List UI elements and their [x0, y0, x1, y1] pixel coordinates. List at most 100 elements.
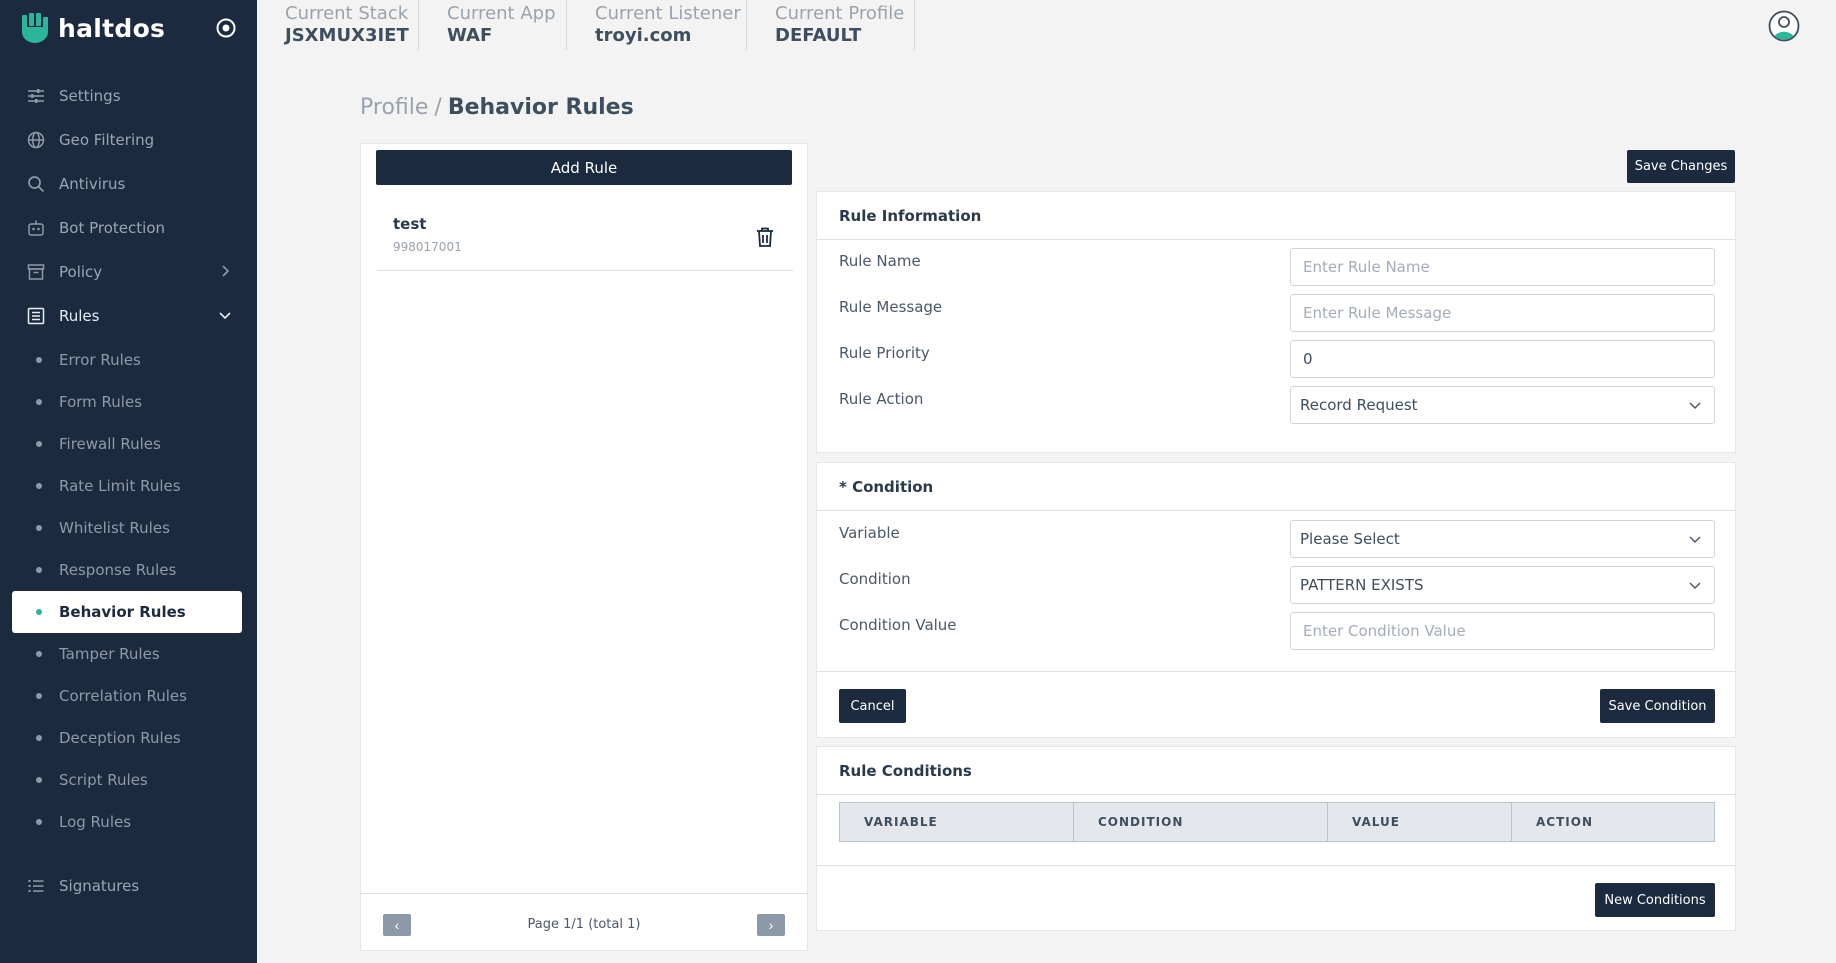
sidebar-subitem-label: Error Rules — [59, 351, 141, 369]
sidebar-subitem-label: Response Rules — [59, 561, 177, 579]
current-app[interactable]: Current App WAF — [419, 0, 567, 50]
globe-icon — [27, 131, 45, 149]
sidebar-item-settings[interactable]: Settings — [12, 75, 242, 117]
current-stack-label: Current Stack — [285, 3, 409, 24]
sidebar-subitem-label: Firewall Rules — [59, 435, 161, 453]
rule-information-title: Rule Information — [817, 192, 1735, 240]
condition-value-input[interactable] — [1290, 612, 1715, 650]
sidebar-item-policy[interactable]: Policy — [12, 251, 242, 293]
sidebar-subitem-deception-rules[interactable]: Deception Rules — [12, 717, 242, 759]
bullet-dot-icon — [36, 819, 42, 825]
new-conditions-button[interactable]: New Conditions — [1595, 883, 1715, 917]
sidebar-item-rules[interactable]: Rules — [12, 295, 242, 337]
rule-message-input[interactable] — [1290, 294, 1715, 332]
rule-conditions-title: Rule Conditions — [817, 747, 1735, 795]
sidebar-subitem-log-rules[interactable]: Log Rules — [12, 801, 242, 843]
rule-message-label: Rule Message — [839, 298, 943, 316]
sidebar-subitem-whitelist-rules[interactable]: Whitelist Rules — [12, 507, 242, 549]
sidebar-subitem-rate-limit-rules[interactable]: Rate Limit Rules — [12, 465, 242, 507]
sidebar-item-label: Antivirus — [59, 175, 126, 193]
rule-priority-input[interactable] — [1290, 340, 1715, 378]
breadcrumb-separator: / — [434, 95, 442, 120]
chevron-down-icon — [1689, 536, 1701, 544]
bullet-dot-icon — [36, 609, 42, 615]
rule-information-card: Rule Information Rule Name Rule Message … — [816, 191, 1736, 453]
sidebar-subitem-label: Whitelist Rules — [59, 519, 170, 537]
sidebar-toggle-icon[interactable] — [214, 16, 238, 40]
sidebar-subitem-label: Deception Rules — [59, 729, 181, 747]
sidebar-subitem-label: Log Rules — [59, 813, 132, 831]
haltdos-logo-icon — [22, 13, 48, 43]
condition-label: Condition — [839, 570, 911, 588]
sidebar-item-label: Rules — [59, 307, 100, 325]
sidebar-item-label: Signatures — [59, 877, 140, 895]
sidebar-subitem-label: Rate Limit Rules — [59, 477, 181, 495]
sidebar-subitem-error-rules[interactable]: Error Rules — [12, 339, 242, 381]
logo[interactable]: haltdos — [20, 10, 240, 46]
rule-name-input[interactable] — [1290, 248, 1715, 286]
rule-action-select[interactable]: Record Request — [1290, 386, 1715, 424]
sidebar-item-antivirus[interactable]: Antivirus — [12, 163, 242, 205]
next-page-button[interactable]: › — [757, 914, 785, 936]
bullet-dot-icon — [36, 651, 42, 657]
pagination: ‹ Page 1/1 (total 1) › — [361, 893, 807, 950]
current-listener-label: Current Listener — [595, 3, 741, 24]
sidebar-subitem-correlation-rules[interactable]: Correlation Rules — [12, 675, 242, 717]
sidebar-item-signatures[interactable]: Signatures — [12, 865, 242, 907]
rule-action-value: Record Request — [1300, 396, 1418, 414]
bullet-list-icon — [27, 877, 45, 895]
sidebar-subitem-response-rules[interactable]: Response Rules — [12, 549, 242, 591]
cancel-button[interactable]: Cancel — [839, 689, 906, 723]
current-stack-value: JSXMUX3IET — [285, 25, 409, 46]
column-header-condition[interactable]: CONDITION — [1074, 803, 1328, 841]
add-rule-button[interactable]: Add Rule — [376, 150, 792, 185]
rule-name-label: Rule Name — [839, 252, 921, 270]
sidebar-subitem-script-rules[interactable]: Script Rules — [12, 759, 242, 801]
sidebar-subitem-label: Correlation Rules — [59, 687, 187, 705]
chevron-right-icon — [222, 265, 230, 277]
rule-message-row: Rule Message — [839, 294, 1715, 332]
rule-name-row: Rule Name — [839, 248, 1715, 286]
sidebar-subitem-tamper-rules[interactable]: Tamper Rules — [12, 633, 242, 675]
divider — [817, 865, 1735, 866]
breadcrumb-parent[interactable]: Profile — [360, 95, 428, 120]
bullet-dot-icon — [36, 357, 42, 363]
current-listener-value: troyi.com — [595, 25, 692, 46]
variable-row: Variable Please Select — [839, 520, 1715, 558]
sidebar-item-geo-filtering[interactable]: Geo Filtering — [12, 119, 242, 161]
condition-select[interactable]: PATTERN EXISTS — [1290, 566, 1715, 604]
current-profile[interactable]: Current Profile DEFAULT — [747, 0, 915, 50]
sidebar: haltdos Settings Geo Filtering Antivirus — [0, 0, 257, 963]
save-changes-button[interactable]: Save Changes — [1627, 150, 1735, 183]
sidebar-subitem-form-rules[interactable]: Form Rules — [12, 381, 242, 423]
sidebar-item-label: Bot Protection — [59, 219, 166, 237]
sidebar-subitem-behavior-rules[interactable]: Behavior Rules — [12, 591, 242, 633]
variable-label: Variable — [839, 524, 900, 542]
search-icon — [27, 175, 45, 193]
condition-value: PATTERN EXISTS — [1300, 576, 1424, 594]
sidebar-subitem-firewall-rules[interactable]: Firewall Rules — [12, 423, 242, 465]
rule-priority-label: Rule Priority — [839, 344, 930, 362]
trash-icon[interactable] — [755, 226, 775, 248]
save-condition-button[interactable]: Save Condition — [1600, 689, 1715, 723]
current-app-label: Current App — [447, 3, 556, 24]
rule-list-item[interactable]: test 998017001 — [377, 203, 793, 271]
rules-list-panel: Add Rule test 998017001 ‹ Page 1/1 (tota… — [360, 143, 808, 951]
rule-priority-row: Rule Priority — [839, 340, 1715, 378]
variable-select[interactable]: Please Select — [1290, 520, 1715, 558]
chevron-down-icon — [1689, 582, 1701, 590]
current-stack[interactable]: Current Stack JSXMUX3IET — [257, 0, 419, 50]
sidebar-item-bot-protection[interactable]: Bot Protection — [12, 207, 242, 249]
column-header-variable[interactable]: VARIABLE — [840, 803, 1074, 841]
bullet-dot-icon — [36, 567, 42, 573]
current-profile-label: Current Profile — [775, 3, 905, 24]
page-indicator: Page 1/1 (total 1) — [527, 917, 641, 932]
user-avatar-icon[interactable] — [1768, 10, 1800, 42]
condition-value-row: Condition Value — [839, 612, 1715, 650]
column-header-value[interactable]: VALUE — [1328, 803, 1512, 841]
current-listener[interactable]: Current Listener troyi.com — [567, 0, 747, 50]
bullet-dot-icon — [36, 693, 42, 699]
bullet-dot-icon — [36, 399, 42, 405]
archive-icon — [27, 263, 45, 281]
column-header-action[interactable]: ACTION — [1512, 803, 1714, 841]
